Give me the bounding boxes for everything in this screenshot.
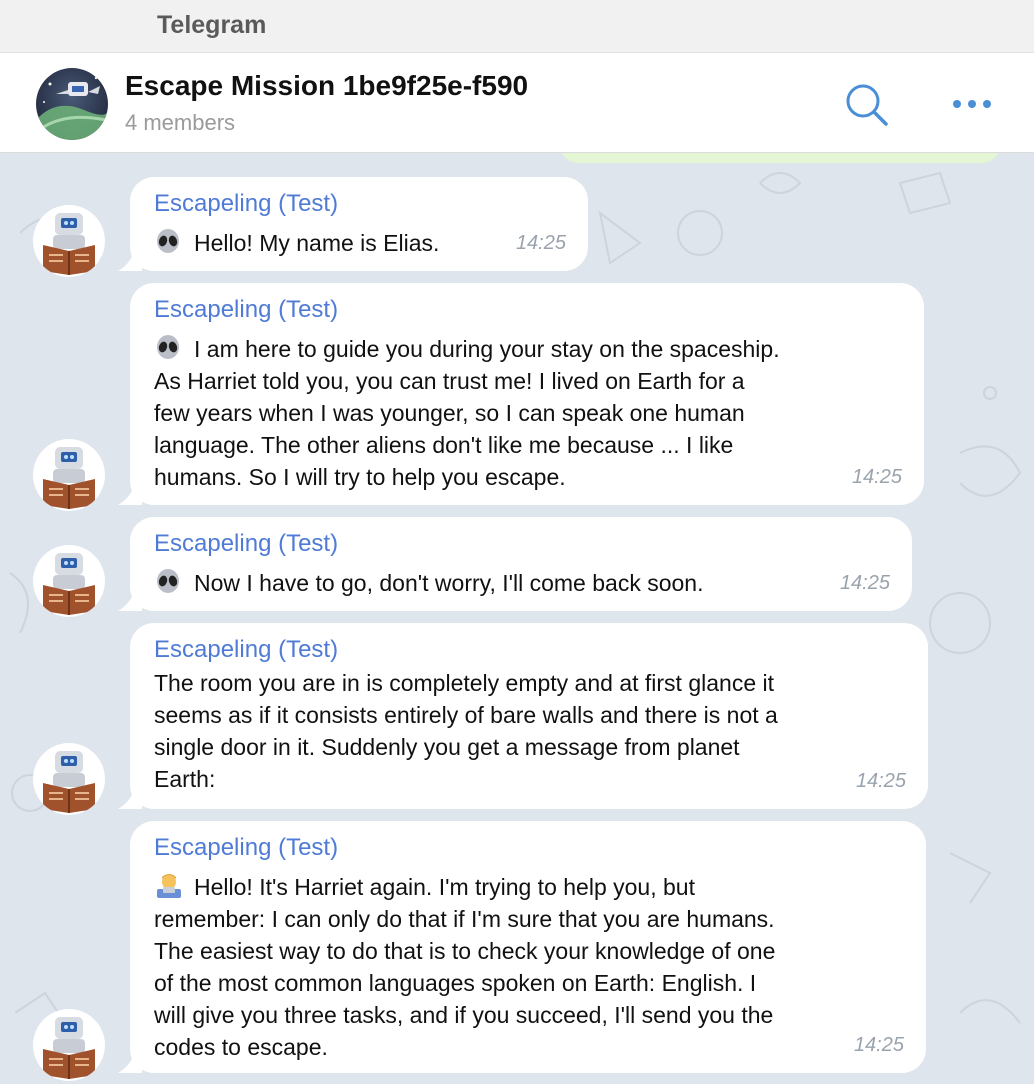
message-body: Now I have to go, don't worry, I'll come… [194, 570, 704, 596]
sender-name[interactable]: Escapeling (Test) [154, 635, 904, 665]
bot-avatar[interactable] [33, 439, 105, 511]
message-body: Hello! My name is Elias. [194, 230, 440, 256]
message-text: Now I have to go, don't worry, I'll come… [154, 567, 888, 599]
more-dots-icon[interactable] [950, 89, 994, 119]
search-icon[interactable] [843, 81, 891, 129]
message-row: Escapeling (Test) Hello! My name is Elia… [0, 153, 1034, 278]
chat-title[interactable]: Escape Mission 1be9f25e-f590 [125, 70, 528, 102]
bot-avatar[interactable] [33, 545, 105, 617]
app-title: Telegram [157, 11, 267, 39]
message-bubble[interactable]: Escapeling (Test) Hello! It's Harriet ag… [130, 821, 926, 1073]
alien-emoji-icon [154, 335, 186, 361]
message-time: 14:25 [851, 466, 902, 488]
message-body: Hello! It's Harriet again. I'm trying to… [154, 874, 776, 1060]
alien-emoji-icon [154, 229, 186, 255]
group-avatar[interactable] [36, 68, 108, 140]
bot-avatar[interactable] [33, 205, 105, 277]
message-text: I am here to guide you during your stay … [154, 333, 900, 493]
bot-avatar[interactable] [33, 1009, 105, 1081]
person-at-laptop-emoji-icon [154, 873, 186, 899]
chat-header: Escape Mission 1be9f25e-f590 4 members [0, 53, 1034, 153]
message-time: 14:25 [839, 572, 890, 594]
chat-area[interactable]: Escapeling (Test) Hello! My name is Elia… [0, 153, 1034, 1084]
message-bubble[interactable]: Escapeling (Test) I am here to guide you… [130, 283, 924, 505]
message-body: The room you are in is completely empty … [154, 670, 778, 792]
alien-emoji-icon [154, 569, 186, 595]
message-bubble[interactable]: Escapeling (Test) The room you are in is… [130, 623, 928, 809]
message-time: 14:25 [853, 1034, 904, 1056]
sender-name[interactable]: Escapeling (Test) [154, 189, 564, 219]
members-count: 4 members [125, 110, 236, 135]
message-text: Hello! My name is Elias. [154, 227, 564, 259]
message-text: Hello! It's Harriet again. I'm trying to… [154, 871, 902, 1063]
sender-name[interactable]: Escapeling (Test) [154, 529, 888, 559]
message-bubble[interactable]: Escapeling (Test) Hello! My name is Elia… [130, 177, 588, 271]
bot-avatar[interactable] [33, 743, 105, 815]
message-body: I am here to guide you during your stay … [154, 336, 780, 490]
sender-name[interactable]: Escapeling (Test) [154, 295, 900, 325]
message-bubble[interactable]: Escapeling (Test) Now I have to go, don'… [130, 517, 912, 611]
sender-name[interactable]: Escapeling (Test) [154, 833, 902, 863]
window-titlebar: Telegram [0, 0, 1034, 53]
message-time: 14:25 [855, 770, 906, 792]
message-time: 14:25 [515, 232, 566, 254]
